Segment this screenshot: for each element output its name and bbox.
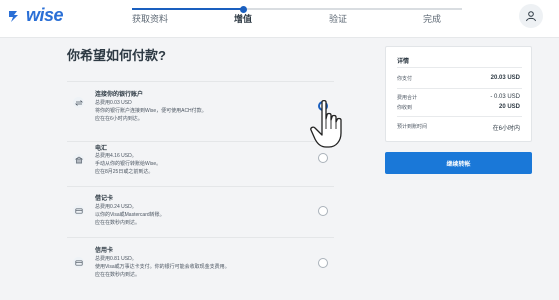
logo-text: wise	[26, 5, 64, 25]
bank-building-icon	[73, 154, 84, 165]
receive-label: 你收到	[397, 105, 413, 111]
option-title: 借记卡	[95, 196, 114, 202]
profile-avatar[interactable]	[519, 4, 543, 28]
step-get-info: 获取资料	[132, 14, 169, 24]
hand-cursor-icon	[310, 100, 342, 148]
page-title: 你希望如何付款?	[67, 48, 166, 63]
option-eta: 应在8月25日或之前到达。	[95, 169, 154, 175]
radio-wire[interactable]	[318, 153, 328, 163]
details-title: 详情	[397, 59, 410, 65]
receive-value: 20 USD	[498, 104, 520, 110]
fee-value: - 0.03 USD	[490, 94, 520, 100]
stepper-progress	[132, 8, 242, 10]
option-title: 信用卡	[95, 248, 114, 254]
eta-value: 在6小时内	[492, 126, 520, 132]
details-divider	[397, 67, 522, 68]
fee-label: 费用合计	[397, 95, 418, 101]
step-verify: 验证	[329, 14, 348, 24]
option-description: 手动从你的银行转账给Wise。	[95, 161, 162, 167]
option-description: 以你的Visa或Mastercard转账。	[95, 212, 165, 218]
details-panel: 详情 你支付 20.03 USD 费用合计 - 0.03 USD 你收到 20 …	[385, 46, 532, 142]
details-divider	[397, 88, 522, 89]
option-fee: 总费用0.24 USD。	[95, 204, 137, 210]
payment-option-wire[interactable]: 电汇 总费用4.16 USD。 手动从你的银行转账给Wise。 应在8月25日或…	[67, 139, 334, 187]
details-divider	[397, 116, 522, 117]
payment-option-bank-account[interactable]: 连接你的银行账户 总费用0.03 USD 将你的银行账户连接到Wise，便可使用…	[67, 86, 334, 134]
option-title: 电汇	[95, 146, 108, 152]
step-complete: 完成	[423, 14, 442, 24]
continue-transfer-button[interactable]: 继续转帐	[385, 152, 532, 174]
option-description: 将你的银行账户连接到Wise，便可使用ACH付款。	[95, 108, 207, 114]
step-top-up: 增值	[234, 14, 253, 24]
pay-label: 你支付	[397, 76, 413, 82]
progress-stepper: 获取资料 增值 验证 完成	[132, 5, 462, 34]
divider	[67, 237, 334, 238]
radio-credit-card[interactable]	[318, 258, 328, 268]
eta-label: 预计到账时间	[397, 124, 428, 130]
option-title: 连接你的银行账户	[95, 92, 144, 98]
debit-card-icon	[73, 205, 84, 216]
pay-value: 20.03 USD	[490, 75, 520, 81]
radio-debit-card[interactable]	[318, 206, 328, 216]
credit-card-icon	[73, 257, 84, 268]
payment-option-credit-card[interactable]: 信用卡 总费用0.81 USD。 使用Visa或万事达卡支付。你的银行可能会收取…	[67, 243, 334, 291]
divider	[67, 186, 334, 187]
divider	[67, 81, 334, 82]
option-eta: 应在在数秒内到达。	[95, 220, 141, 226]
wise-flag-icon	[9, 10, 18, 22]
option-description: 使用Visa或万事达卡支付。你的银行可能会收取现金支费用。	[95, 264, 230, 270]
option-eta: 应在在6小时内到达。	[95, 116, 143, 122]
top-header: wise 获取资料 增值 验证 完成	[0, 0, 559, 38]
option-eta: 应在在数秒内到达。	[95, 272, 141, 278]
option-fee: 总费用0.81 USD。	[95, 256, 137, 262]
payment-option-debit-card[interactable]: 借记卡 总费用0.24 USD。 以你的Visa或Mastercard转账。 应…	[67, 191, 334, 239]
user-icon	[526, 11, 536, 22]
option-fee: 总费用4.16 USD。	[95, 153, 137, 159]
option-fee: 总费用0.03 USD	[95, 100, 132, 106]
wise-logo[interactable]: wise	[8, 5, 64, 26]
bank-transfer-icon	[73, 97, 84, 108]
